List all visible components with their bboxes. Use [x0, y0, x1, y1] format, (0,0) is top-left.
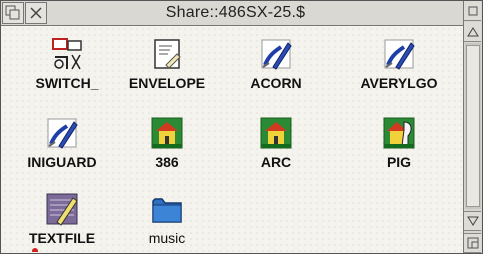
file-icon-envelope[interactable]: ENVELOPE — [112, 37, 222, 91]
scroll-thumb[interactable] — [466, 45, 480, 207]
icon-label: ACORN — [250, 75, 302, 91]
file-icon-386[interactable]: 386 — [112, 116, 222, 170]
text-file-icon — [46, 193, 78, 226]
folder-icon — [152, 198, 182, 223]
icon-label: 386 — [155, 154, 179, 170]
drawfile-icon — [47, 118, 78, 149]
arrow-down-icon[interactable] — [464, 211, 481, 231]
house-app-icon — [260, 117, 292, 149]
house-app-icon — [151, 117, 183, 149]
resize-icon[interactable] — [464, 233, 481, 253]
vertical-scrollbar[interactable] — [463, 1, 482, 253]
drawfile-icon — [384, 39, 415, 70]
file-icon-acorn[interactable]: ACORN — [221, 37, 331, 91]
icon-label: PIG — [386, 154, 412, 170]
arrow-up-icon[interactable] — [464, 22, 481, 42]
icon-label: ARC — [260, 154, 292, 170]
envelope-icon — [154, 39, 181, 69]
folder-music[interactable]: music — [112, 192, 222, 246]
red-marker — [32, 248, 38, 252]
file-icon-iniguard[interactable]: INIGUARD — [7, 116, 117, 170]
switch-app-icon — [52, 38, 82, 70]
file-icon-arc[interactable]: ARC — [221, 116, 331, 170]
file-icon-pig[interactable]: PIG — [344, 116, 454, 170]
icon-label: SWITCH_ — [35, 75, 99, 91]
filer-window: Share::486SX-25.$ SWITCH_ ENVELOPE ACORN… — [0, 0, 483, 254]
icon-label: INIGUARD — [27, 154, 97, 170]
file-icon-averylgo[interactable]: AVERYLGO — [344, 37, 454, 91]
icon-label: AVERYLGO — [360, 75, 438, 91]
pig-app-icon — [383, 117, 415, 149]
drawfile-icon — [261, 39, 292, 70]
file-icon-switch[interactable]: SWITCH_ — [12, 37, 122, 91]
window-title: Share::486SX-25.$ — [165, 4, 306, 21]
toggle-size-icon[interactable] — [464, 1, 481, 21]
file-icon-textfile[interactable]: TEXTFILE — [7, 192, 117, 246]
scroll-track[interactable] — [465, 43, 481, 209]
back-icon[interactable] — [2, 2, 24, 24]
icon-label: ENVELOPE — [128, 75, 206, 91]
filer-content: SWITCH_ ENVELOPE ACORN AVERYLGO INIGUARD… — [2, 26, 463, 252]
icon-label: TEXTFILE — [28, 230, 96, 246]
icon-label: music — [148, 230, 186, 246]
close-icon[interactable] — [25, 2, 47, 24]
title-bar[interactable]: Share::486SX-25.$ — [1, 1, 464, 26]
